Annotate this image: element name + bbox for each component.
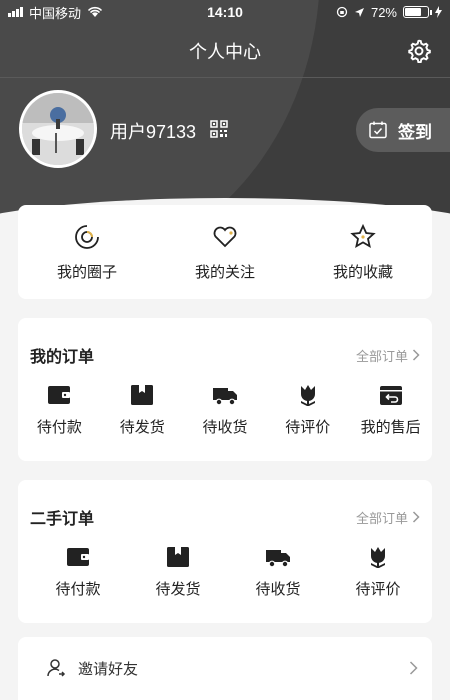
quick-link-favorites[interactable]: 我的收藏 (294, 205, 432, 299)
second-hand-orders-card: 二手订单 全部订单 待付款 待发货 待收货 待评价 (18, 480, 432, 623)
order-item-label: 待发货 (119, 419, 165, 436)
truck-icon (266, 550, 290, 568)
second-hand-pending-receipt[interactable]: 待收货 (228, 544, 328, 599)
all-second-hand-orders-link[interactable]: 全部订单 (356, 508, 420, 527)
second-hand-pending-review[interactable]: 待评价 (328, 544, 428, 599)
order-pending-review[interactable]: 待评价 (266, 382, 349, 437)
quick-link-following[interactable]: 我的关注 (156, 205, 294, 299)
truck-icon (212, 388, 237, 406)
chevron-right-icon (412, 511, 420, 523)
quick-link-label: 我的收藏 (332, 264, 393, 281)
battery-percent: 72% (370, 4, 397, 20)
chevron-right-icon (409, 661, 418, 675)
circle-icon (75, 225, 99, 249)
second-hand-pending-payment[interactable]: 待付款 (28, 544, 128, 599)
status-bar: 中国移动 14:10 72% (0, 0, 450, 24)
quick-link-label: 我的圈子 (56, 264, 117, 281)
order-item-label: 待付款 (36, 419, 82, 436)
invite-user-icon (47, 659, 66, 677)
order-after-sales[interactable]: 我的售后 (349, 382, 432, 437)
order-item-label: 我的售后 (360, 419, 421, 436)
charging-icon (435, 6, 442, 18)
star-icon (350, 223, 376, 248)
chevron-right-icon (412, 349, 420, 361)
all-orders-link[interactable]: 全部订单 (356, 346, 420, 365)
status-time: 14:10 (207, 4, 243, 20)
nav-divider (0, 77, 450, 78)
rotation-lock-icon (336, 6, 348, 18)
calendar-check-icon (369, 121, 387, 139)
my-orders-card: 我的订单 全部订单 待付款 待发货 待收货 待评价 我的售后 (18, 318, 432, 461)
flower-icon (300, 385, 315, 406)
carrier-label: 中国移动 (29, 5, 82, 21)
order-pending-payment[interactable]: 待付款 (18, 382, 101, 437)
qr-code-icon[interactable] (210, 120, 228, 138)
quick-link-label: 我的关注 (194, 264, 255, 281)
all-orders-label: 全部订单 (355, 510, 408, 526)
box-icon (167, 547, 189, 567)
order-item-label: 待收货 (202, 419, 248, 436)
menu-card: 邀请好友 (18, 637, 432, 700)
section-title: 我的订单 (30, 349, 95, 366)
return-icon (379, 386, 402, 405)
location-icon (354, 7, 364, 17)
order-item-label: 待评价 (355, 581, 401, 598)
order-pending-shipment[interactable]: 待发货 (101, 382, 184, 437)
wallet-icon (67, 548, 89, 566)
section-title: 二手订单 (30, 511, 95, 528)
username[interactable]: 用户97133 (110, 118, 196, 144)
order-item-label: 待发货 (155, 581, 201, 598)
box-icon (131, 385, 154, 405)
order-item-label: 待付款 (55, 581, 101, 598)
wifi-icon (87, 6, 103, 17)
signal-icon (8, 7, 23, 17)
second-hand-pending-shipment[interactable]: 待发货 (128, 544, 228, 599)
heart-icon (213, 226, 237, 248)
order-item-label: 待评价 (285, 419, 331, 436)
page-title: 个人中心 (189, 42, 261, 62)
quick-link-circle[interactable]: 我的圈子 (18, 205, 156, 299)
menu-item-invite-friends[interactable]: 邀请好友 (18, 637, 432, 699)
gear-icon[interactable] (406, 38, 432, 64)
battery-icon (403, 6, 432, 18)
avatar[interactable] (19, 90, 97, 168)
flower-icon (371, 547, 385, 568)
menu-item-label: 邀请好友 (78, 660, 139, 678)
order-pending-receipt[interactable]: 待收货 (184, 382, 267, 437)
wallet-icon (48, 386, 71, 404)
quick-links-card: 我的圈子 我的关注 我的收藏 (18, 205, 432, 299)
all-orders-label: 全部订单 (355, 348, 408, 364)
sign-in-button[interactable]: 签到 (356, 108, 450, 152)
sign-in-label: 签到 (398, 122, 432, 142)
order-item-label: 待收货 (255, 581, 301, 598)
